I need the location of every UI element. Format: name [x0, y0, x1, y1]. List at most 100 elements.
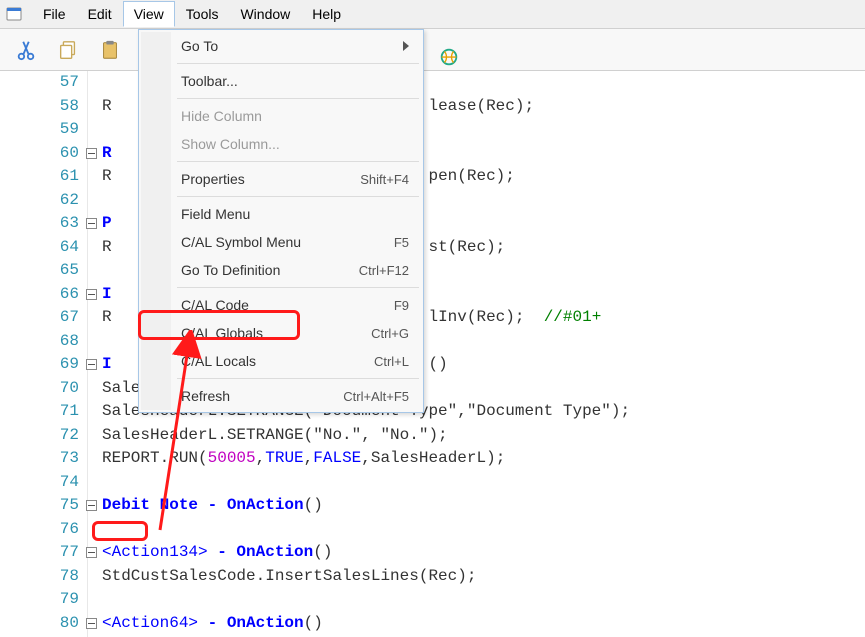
menu-item-label: Hide Column — [181, 108, 409, 124]
code-token: - OnAction — [198, 612, 304, 636]
fold-toggle-icon[interactable] — [86, 148, 97, 159]
app-icon — [6, 6, 22, 22]
menu-item-field-menu[interactable]: Field Menu — [141, 200, 421, 228]
menu-item-refresh[interactable]: RefreshCtrl+Alt+F5 — [141, 382, 421, 410]
menubar-item-view[interactable]: View — [123, 1, 175, 27]
menubar-item-help[interactable]: Help — [301, 1, 352, 27]
menu-item-c-al-symbol-menu[interactable]: C/AL Symbol MenuF5 — [141, 228, 421, 256]
code-token: SalesHeaderL.SETRANGE("No.", "No."); — [102, 424, 448, 448]
menu-separator — [177, 98, 419, 99]
line-number: 66 — [0, 283, 79, 307]
code-token: StdCustSalesCode.InsertSalesLines(Rec); — [102, 565, 476, 589]
code-token: , — [304, 447, 314, 471]
globals-icon[interactable] — [438, 46, 460, 71]
menu-item-label: Field Menu — [181, 206, 409, 222]
menu-item-shortcut: Ctrl+F12 — [359, 263, 409, 278]
code-editor[interactable]: 5758596061626364656667686970717273747576… — [0, 71, 865, 637]
code-token: () — [313, 541, 332, 565]
code-line[interactable]: SalesHeaderL.SETRANGE("No.", "No."); — [102, 424, 865, 448]
code-token: R — [102, 95, 112, 119]
code-line[interactable]: <Action64> - OnAction() — [102, 612, 865, 636]
line-number: 68 — [0, 330, 79, 354]
fold-toggle-icon[interactable] — [86, 547, 97, 558]
fold-toggle-icon[interactable] — [86, 618, 97, 629]
line-number: 79 — [0, 588, 79, 612]
view-menu-dropdown: Go To Toolbar... Hide Column Show Column...… — [138, 29, 424, 413]
menu-item-toolbar[interactable]: Toolbar... — [141, 67, 421, 95]
fold-toggle-icon[interactable] — [86, 359, 97, 370]
code-token: R — [102, 306, 112, 330]
menu-item-hide-column: Hide Column — [141, 102, 421, 130]
menu-item-c-al-locals[interactable]: C/AL LocalsCtrl+L — [141, 347, 421, 375]
line-number: 78 — [0, 565, 79, 589]
code-token: TRUE — [265, 447, 303, 471]
menubar-item-window[interactable]: Window — [229, 1, 301, 27]
line-number: 60 — [0, 142, 79, 166]
toolbar — [0, 29, 865, 71]
menubar: FileEditViewToolsWindowHelp — [0, 0, 865, 29]
line-number: 61 — [0, 165, 79, 189]
menu-item-label: Toolbar... — [181, 73, 409, 89]
menu-item-go-to[interactable]: Go To — [141, 32, 421, 60]
line-number: 64 — [0, 236, 79, 260]
code-token: - OnAction — [208, 541, 314, 565]
menu-item-c-al-globals[interactable]: C/AL GlobalsCtrl+G — [141, 319, 421, 347]
menu-separator — [177, 378, 419, 379]
line-number: 72 — [0, 424, 79, 448]
menu-item-shortcut: Shift+F4 — [360, 172, 409, 187]
code-line[interactable] — [102, 471, 865, 495]
line-number: 75 — [0, 494, 79, 518]
menubar-item-tools[interactable]: Tools — [175, 1, 230, 27]
code-token: () — [304, 494, 323, 518]
line-number: 65 — [0, 259, 79, 283]
code-line[interactable] — [102, 518, 865, 542]
code-token: ,SalesHeaderL); — [361, 447, 505, 471]
cut-icon[interactable] — [14, 38, 38, 62]
code-token: R — [102, 165, 112, 189]
copy-icon[interactable] — [56, 38, 80, 62]
menu-separator — [177, 63, 419, 64]
menu-item-c-al-code[interactable]: C/AL CodeF9 — [141, 291, 421, 319]
menu-item-label: C/AL Symbol Menu — [181, 234, 394, 250]
menu-item-shortcut: Ctrl+L — [374, 354, 409, 369]
menubar-item-edit[interactable]: Edit — [77, 1, 123, 27]
menu-item-label: C/AL Code — [181, 297, 394, 313]
menu-item-properties[interactable]: PropertiesShift+F4 — [141, 165, 421, 193]
code-line[interactable]: <Action134> - OnAction() — [102, 541, 865, 565]
menu-item-go-to-definition[interactable]: Go To DefinitionCtrl+F12 — [141, 256, 421, 284]
code-token: REPORT.RUN( — [102, 447, 208, 471]
menu-item-shortcut: F9 — [394, 298, 409, 313]
menu-item-label: Properties — [181, 171, 360, 187]
line-number: 59 — [0, 118, 79, 142]
code-token: 50005 — [208, 447, 256, 471]
code-token: Debit Note - OnAction — [102, 494, 304, 518]
fold-toggle-icon[interactable] — [86, 218, 97, 229]
line-number: 58 — [0, 95, 79, 119]
line-number: 71 — [0, 400, 79, 424]
menu-item-label: Go To Definition — [181, 262, 359, 278]
code-token: FALSE — [313, 447, 361, 471]
line-number: 80 — [0, 612, 79, 636]
line-number: 76 — [0, 518, 79, 542]
line-number: 63 — [0, 212, 79, 236]
code-line[interactable]: Debit Note - OnAction() — [102, 494, 865, 518]
code-line[interactable]: StdCustSalesCode.InsertSalesLines(Rec); — [102, 565, 865, 589]
fold-toggle-icon[interactable] — [86, 289, 97, 300]
line-number-gutter: 5758596061626364656667686970717273747576… — [0, 71, 88, 637]
menu-item-shortcut: Ctrl+G — [371, 326, 409, 341]
code-line[interactable] — [102, 588, 865, 612]
menu-item-label: C/AL Globals — [181, 325, 371, 341]
line-number: 69 — [0, 353, 79, 377]
line-number: 57 — [0, 71, 79, 95]
code-token: I — [102, 283, 112, 307]
line-number: 62 — [0, 189, 79, 213]
paste-icon[interactable] — [98, 38, 122, 62]
code-line[interactable]: REPORT.RUN(50005,TRUE,FALSE,SalesHeaderL… — [102, 447, 865, 471]
fold-toggle-icon[interactable] — [86, 500, 97, 511]
line-number: 73 — [0, 447, 79, 471]
line-number: 70 — [0, 377, 79, 401]
submenu-arrow-icon — [403, 41, 409, 51]
menu-item-label: Show Column... — [181, 136, 409, 152]
menu-item-shortcut: F5 — [394, 235, 409, 250]
menubar-item-file[interactable]: File — [32, 1, 77, 27]
